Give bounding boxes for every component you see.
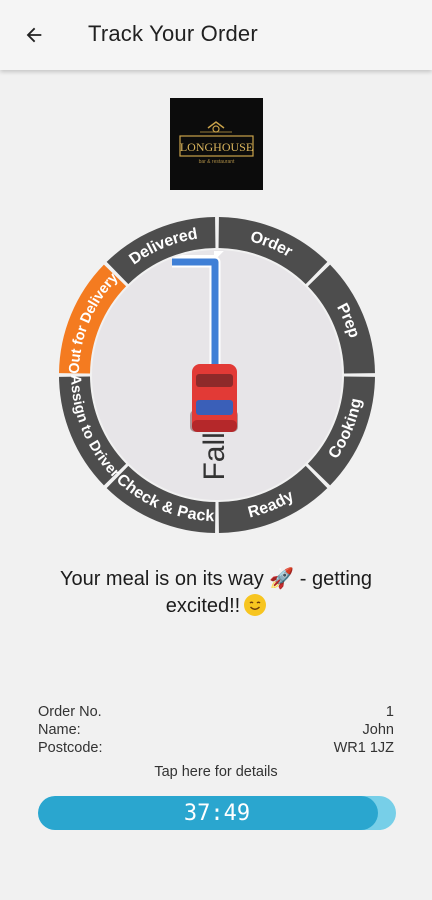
name-row: Name: John (38, 722, 394, 738)
back-button[interactable] (14, 15, 54, 55)
timer-seconds: 49 (223, 800, 251, 826)
page-title: Track Your Order (88, 21, 258, 46)
status-message: Your meal is on its way 🚀 - getting exci… (59, 568, 373, 617)
svg-text:bar & restaurant: bar & restaurant (199, 159, 235, 165)
timer-separator: : (210, 800, 224, 826)
order-info: Order No. 1 Name: John Postcode: WR1 1JZ (38, 703, 394, 757)
order-progress-dial: Fall St OrderPrepCookingReadyCheck & Pac… (59, 217, 375, 533)
countdown-timer: 37 : 49 (38, 796, 396, 830)
order-number-row: Order No. 1 (38, 704, 394, 720)
timer-readout: 37 : 49 (38, 796, 396, 830)
back-arrow-icon (26, 27, 42, 43)
car-icon (190, 364, 238, 432)
app-bar: Track Your Order (0, 0, 432, 70)
restaurant-logo: LONGHOUSE bar & restaurant (170, 98, 263, 190)
postcode-row: Postcode: WR1 1JZ (38, 740, 394, 756)
customer-name-value: John (362, 722, 394, 738)
order-number-value: 1 (385, 704, 394, 720)
svg-text:LONGHOUSE: LONGHOUSE (180, 140, 253, 154)
details-link[interactable]: Tap here for details (0, 764, 432, 780)
smiling-face-icon (244, 594, 267, 616)
postcode-value: WR1 1JZ (333, 740, 394, 756)
timer-minutes: 37 (183, 800, 211, 826)
